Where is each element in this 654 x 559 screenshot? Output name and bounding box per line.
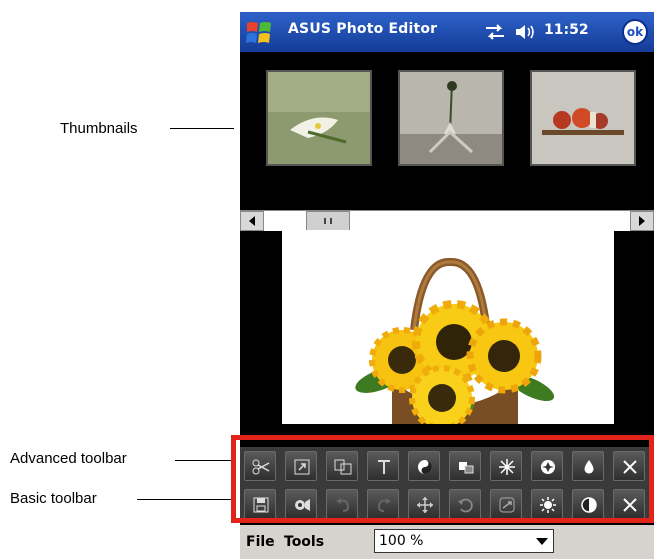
thumbnail-flower-vase[interactable] bbox=[398, 70, 504, 166]
sunflower-basket-photo bbox=[282, 230, 614, 424]
thumbnails-callout-label: Thumbnails bbox=[60, 120, 138, 137]
windows-start-icon[interactable] bbox=[244, 19, 274, 47]
basic-toolbar-leader-line bbox=[137, 499, 231, 500]
basic-toolbar-callout-label: Basic toolbar bbox=[10, 490, 97, 507]
scroll-right-icon bbox=[639, 216, 645, 226]
tools-menu[interactable]: Tools bbox=[284, 534, 324, 550]
shelf-photo bbox=[532, 72, 634, 164]
scroll-right-button[interactable] bbox=[630, 211, 654, 231]
grip-icon bbox=[324, 218, 332, 224]
thumbnail-shelf[interactable] bbox=[530, 70, 636, 166]
title-bar: ASUS Photo Editor 11:52 ok bbox=[240, 12, 654, 52]
calla-lily-photo bbox=[268, 72, 370, 164]
menu-bar: File Tools 100 % bbox=[240, 525, 654, 559]
zoom-value: 100 % bbox=[379, 533, 424, 549]
connectivity-icon[interactable] bbox=[484, 22, 506, 42]
chevron-down-icon bbox=[536, 538, 548, 545]
volume-icon[interactable] bbox=[514, 22, 538, 42]
clock-time[interactable]: 11:52 bbox=[544, 22, 589, 38]
scroll-left-icon bbox=[249, 216, 255, 226]
scroll-left-button[interactable] bbox=[240, 211, 264, 231]
flower-vase-photo bbox=[400, 72, 502, 164]
scrollbar-thumb[interactable] bbox=[306, 211, 350, 231]
file-menu[interactable]: File bbox=[246, 534, 275, 550]
app-title: ASUS Photo Editor bbox=[288, 21, 438, 37]
ok-button[interactable]: ok bbox=[622, 19, 648, 45]
image-canvas[interactable] bbox=[282, 230, 614, 424]
thumbnails-leader-line bbox=[170, 128, 234, 129]
toolbars-highlight-box bbox=[231, 435, 654, 523]
zoom-dropdown[interactable]: 100 % bbox=[374, 529, 554, 553]
thumbnail-scrollbar[interactable] bbox=[240, 210, 654, 231]
advanced-toolbar-callout-label: Advanced toolbar bbox=[10, 450, 127, 467]
thumbnail-calla-lily[interactable] bbox=[266, 70, 372, 166]
advanced-toolbar-leader-line bbox=[175, 460, 231, 461]
